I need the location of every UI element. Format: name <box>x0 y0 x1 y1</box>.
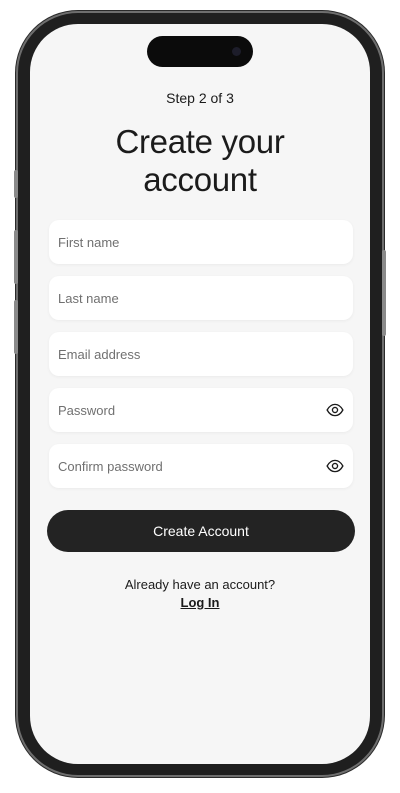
password-field[interactable] <box>49 388 353 432</box>
first-name-input[interactable] <box>49 220 353 264</box>
page-title-line-2: account <box>143 161 257 198</box>
power-button <box>382 250 386 336</box>
confirm-password-input[interactable] <box>49 444 353 488</box>
email-input[interactable] <box>49 332 353 376</box>
last-name-input[interactable] <box>49 276 353 320</box>
login-link[interactable]: Log In <box>30 595 370 610</box>
first-name-field[interactable] <box>49 220 353 264</box>
camera-icon <box>232 47 241 56</box>
eye-icon[interactable] <box>326 401 344 419</box>
volume-up-button <box>14 230 18 284</box>
email-field[interactable] <box>49 332 353 376</box>
create-account-button[interactable]: Create Account <box>47 510 355 552</box>
phone-screen: Step 2 of 3 Create your account Create A… <box>30 24 370 764</box>
volume-down-button <box>14 300 18 354</box>
page-title-line-1: Create your <box>115 123 285 160</box>
page-title: Create your account <box>30 123 370 199</box>
confirm-password-field[interactable] <box>49 444 353 488</box>
step-indicator: Step 2 of 3 <box>166 90 234 106</box>
dynamic-island <box>147 36 253 67</box>
last-name-field[interactable] <box>49 276 353 320</box>
password-input[interactable] <box>49 388 353 432</box>
eye-icon[interactable] <box>326 457 344 475</box>
login-prompt: Already have an account? <box>124 577 276 592</box>
action-button <box>14 170 18 198</box>
